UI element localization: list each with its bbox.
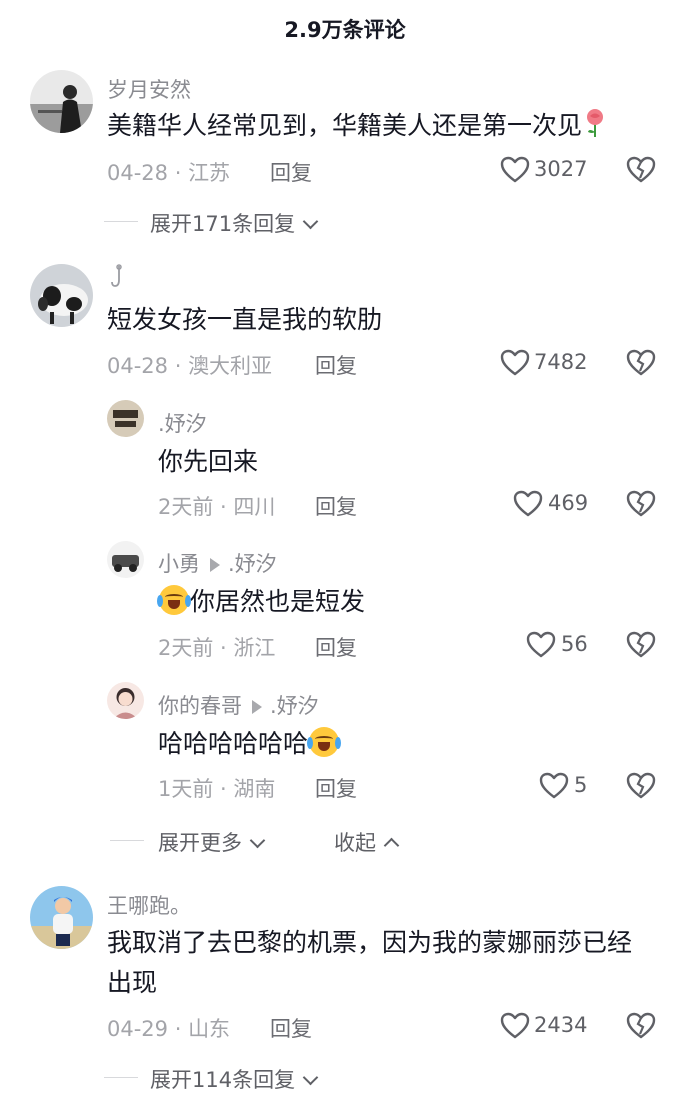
comment-count-title: 2.9万条评论	[284, 18, 406, 42]
dislike-icon[interactable]	[626, 772, 656, 803]
reply-text: 哈哈哈哈哈哈	[158, 727, 342, 761]
laughing-crying-emoji	[307, 727, 342, 757]
comment-text: 美籍华人经常见到，华籍美人还是第一次见	[107, 108, 606, 143]
like-count: 2434	[534, 1013, 588, 1037]
like-count: 3027	[534, 157, 588, 181]
reply-button[interactable]: 回复	[270, 157, 312, 187]
divider-line	[104, 221, 138, 222]
reply-button[interactable]: 回复	[315, 350, 357, 380]
like-count: 7482	[534, 350, 588, 374]
avatar[interactable]	[107, 682, 144, 719]
heart-icon[interactable]	[500, 349, 530, 380]
expand-replies-button[interactable]: 展开114条回复	[150, 1064, 319, 1094]
comment-meta: 04-28 · 澳大利亚	[107, 354, 273, 378]
comment-text: 短发女孩一直是我的软肋	[107, 305, 383, 334]
avatar[interactable]	[30, 264, 93, 327]
reply-button[interactable]: 回复	[270, 1013, 312, 1043]
reply-username[interactable]: .妤汐	[158, 408, 207, 438]
comment-text: 我取消了去巴黎的机票，因为我的蒙娜丽莎已经	[107, 928, 633, 957]
heart-icon[interactable]	[526, 631, 556, 662]
reply-arrow-icon	[252, 700, 262, 714]
comment-username[interactable]: 王哪跑。	[107, 890, 191, 920]
hook-icon	[110, 264, 128, 294]
heart-icon[interactable]	[539, 772, 569, 803]
dislike-icon[interactable]	[626, 156, 656, 187]
reply-meta: 2天前 · 浙江	[158, 636, 276, 660]
reply-text: 你先回来	[158, 447, 259, 476]
dislike-icon[interactable]	[626, 349, 656, 380]
chevron-down-icon	[302, 1069, 319, 1086]
like-count: 469	[548, 491, 589, 515]
like-count: 5	[574, 773, 588, 797]
divider-line	[110, 840, 144, 841]
reply-arrow-icon	[210, 558, 220, 572]
dislike-icon[interactable]	[626, 1012, 656, 1043]
reply-button[interactable]: 回复	[315, 491, 357, 521]
comment-meta: 04-29 · 山东	[107, 1017, 231, 1041]
reply-username: 小勇 .妤汐	[158, 552, 277, 576]
chevron-down-icon	[302, 213, 319, 230]
dislike-icon[interactable]	[626, 490, 656, 521]
rose-emoji	[584, 108, 606, 138]
heart-icon[interactable]	[513, 490, 543, 521]
expand-replies-button[interactable]: 展开171条回复	[150, 208, 319, 238]
like-count: 56	[561, 632, 588, 656]
heart-icon[interactable]	[500, 156, 530, 187]
dislike-icon[interactable]	[626, 631, 656, 662]
reply-meta: 2天前 · 四川	[158, 495, 276, 519]
heart-icon[interactable]	[500, 1012, 530, 1043]
divider-line	[104, 1077, 138, 1078]
laughing-crying-emoji	[157, 585, 191, 615]
reply-button[interactable]: 回复	[315, 632, 357, 662]
expand-more-button[interactable]: 展开更多	[158, 827, 266, 857]
chevron-up-icon	[383, 837, 400, 854]
reply-text: 你居然也是短发	[157, 585, 365, 619]
reply-username: 你的春哥 .妤汐	[158, 694, 319, 718]
avatar[interactable]	[30, 70, 93, 133]
collapse-button[interactable]: 收起	[334, 827, 400, 857]
avatar[interactable]	[30, 886, 93, 949]
comment-meta: 04-28 · 江苏	[107, 161, 231, 185]
reply-meta: 1天前 · 湖南	[158, 777, 276, 801]
avatar[interactable]	[107, 541, 144, 578]
reply-button[interactable]: 回复	[315, 773, 357, 803]
chevron-down-icon	[249, 832, 266, 849]
comment-text-line2: 出现	[107, 968, 158, 997]
comment-username[interactable]: 岁月安然	[107, 74, 191, 104]
avatar[interactable]	[107, 400, 144, 437]
